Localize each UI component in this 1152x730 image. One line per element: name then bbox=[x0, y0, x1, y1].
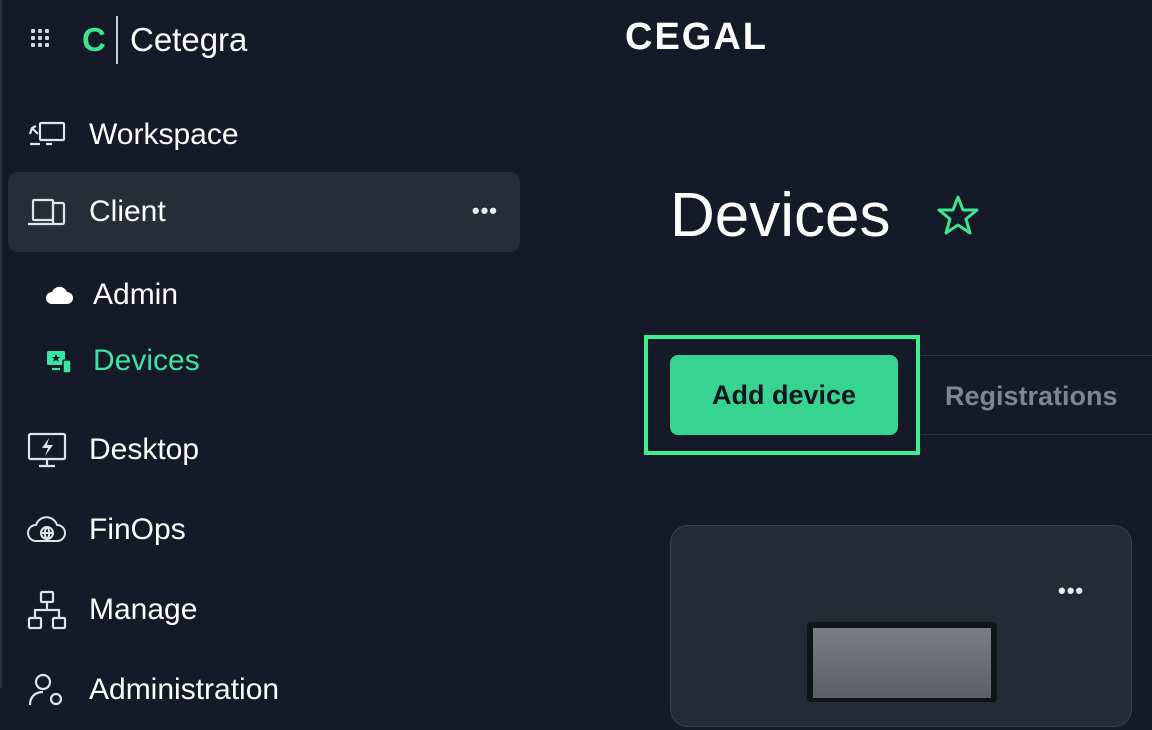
brand-separator bbox=[116, 16, 118, 64]
brand-name[interactable]: Cetegra bbox=[130, 20, 247, 60]
sidebar-item-label: Desktop bbox=[89, 433, 200, 466]
sidebar-subitem-label: Admin bbox=[93, 278, 179, 311]
card-more-button[interactable]: ••• bbox=[1058, 578, 1084, 604]
client-devices-icon bbox=[28, 198, 66, 226]
tab-border-top bbox=[918, 355, 1152, 356]
devices-star-icon bbox=[47, 351, 72, 374]
desktop-icon bbox=[27, 432, 67, 468]
sidebar-subitem-admin[interactable]: Admin bbox=[40, 267, 520, 323]
workspace-icon bbox=[28, 121, 66, 146]
client-more-button[interactable]: ••• bbox=[472, 198, 498, 224]
sidebar-item-client[interactable]: Client ••• bbox=[8, 172, 520, 252]
sidebar-item-label: Client bbox=[89, 195, 166, 228]
favorite-star-icon[interactable] bbox=[934, 192, 982, 240]
sidebar-item-administration[interactable]: Administration bbox=[8, 650, 520, 730]
sidebar-item-finops[interactable]: FinOps bbox=[8, 490, 520, 570]
add-device-button[interactable]: Add device bbox=[670, 355, 898, 435]
admin-icon bbox=[28, 673, 63, 706]
sidebar-item-label: Administration bbox=[89, 673, 280, 706]
company-logo: CEGAL bbox=[625, 16, 768, 58]
app-grid-icon[interactable] bbox=[31, 29, 49, 47]
sidebar-item-workspace[interactable]: Workspace bbox=[8, 95, 520, 175]
tab-registrations[interactable]: Registrations bbox=[945, 376, 1118, 416]
sidebar-item-desktop[interactable]: Desktop bbox=[8, 410, 520, 490]
sidebar-subitem-devices[interactable]: Devices bbox=[40, 333, 520, 389]
tab-border-bottom bbox=[918, 434, 1152, 435]
sidebar-item-manage[interactable]: Manage bbox=[8, 570, 520, 650]
sidebar-subitem-label: Devices bbox=[93, 344, 200, 377]
cloud-globe-icon bbox=[27, 516, 66, 542]
brand-letter: C bbox=[82, 21, 106, 58]
sidebar-item-label: Workspace bbox=[89, 118, 239, 151]
cloud-icon bbox=[46, 286, 73, 304]
left-edge bbox=[0, 0, 2, 688]
network-icon bbox=[27, 590, 67, 630]
sidebar-item-label: Manage bbox=[89, 593, 198, 626]
sidebar-item-label: FinOps bbox=[89, 513, 186, 546]
page-title: Devices bbox=[670, 181, 891, 250]
